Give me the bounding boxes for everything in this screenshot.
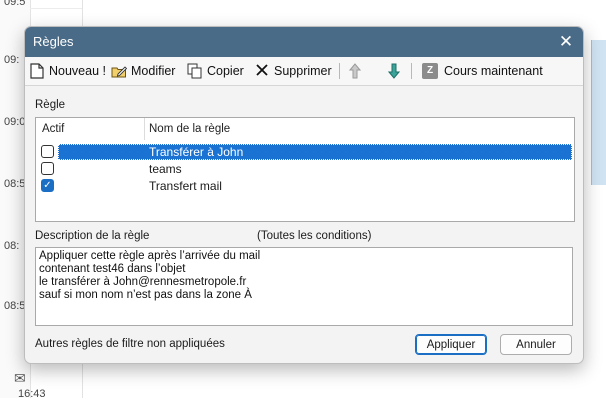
close-button[interactable]: ✕ [555,31,577,53]
description-label: Description de la règle [35,230,150,242]
description-line: sauf si mon nom n’est pas dans la zone À [39,289,252,301]
run-now-label: Cours maintenant [444,64,543,78]
arrow-down-icon [386,63,402,79]
description-line: Appliquer cette règle après l’arrivée du… [39,250,261,262]
dialog-title: Règles [33,34,74,49]
column-separator [144,118,145,140]
delete-rule-label: Supprimer [274,64,332,78]
arrow-up-icon [347,63,363,79]
background-time: 08:5 [4,178,26,190]
modify-rule-button[interactable]: Modifier [111,60,175,82]
background-time: 08:5 [4,300,26,312]
new-rule-button[interactable]: Nouveau ! [29,60,106,82]
description-line: contenant test46 dans l’objet [39,263,186,275]
footer-status-text: Autres règles de filtre non appliquées [35,338,225,350]
new-rule-label: Nouveau ! [49,64,106,78]
rule-active-checkbox[interactable] [41,162,54,175]
description-line: le transférer à John@rennesmetropole.fr [39,276,247,288]
rule-row[interactable]: Transférer à John [36,144,574,160]
background-time: 09:5 [4,0,26,8]
rule-row[interactable]: teams [36,161,574,177]
conditions-mode-label: (Toutes les conditions) [257,230,372,242]
move-up-button[interactable] [347,60,367,82]
rule-name: Transférer à John [149,145,244,159]
run-rules-now-button[interactable]: Z Cours maintenant [422,60,543,82]
background-calendar-panel [591,40,606,185]
rule-name: Transfert mail [149,179,222,193]
move-down-button[interactable] [386,60,406,82]
rules-dialog: Règles ✕ Nouveau ! Modifier Copier Suppr… [24,26,584,364]
dialog-titlebar: Règles ✕ [25,27,583,57]
background-time: 09: [4,54,20,66]
apply-button[interactable]: Appliquer [415,334,487,355]
background-time: 08: [4,240,20,252]
background-time: 09:0 [4,116,26,128]
cancel-button[interactable]: Annuler [500,334,572,355]
copy-rule-label: Copier [207,64,244,78]
rule-active-checkbox[interactable] [41,145,54,158]
background-divider [30,8,82,9]
rule-name-cell[interactable]: teams [58,161,572,177]
envelope-icon: ✉ [14,370,26,386]
background-time: 16:43 [18,388,46,400]
rule-active-checkbox[interactable]: ✓ [41,179,54,192]
rule-name-cell[interactable]: Transfert mail [58,178,572,194]
run-now-icon: Z [422,63,438,79]
folder-edit-icon [111,63,128,79]
copy-rule-button[interactable]: Copier [187,60,244,82]
delete-x-icon [254,63,270,79]
copy-icon [187,63,203,79]
rule-description-box[interactable]: Appliquer cette règle après l’arrivée du… [35,247,573,326]
rules-list: Actif Nom de la règle Transférer à John … [35,117,575,222]
column-header-rule-name[interactable]: Nom de la règle [149,118,230,140]
rules-toolbar: Nouveau ! Modifier Copier Supprimer Z Co… [25,57,583,86]
column-header-active[interactable]: Actif [42,118,64,140]
rule-name: teams [149,162,182,176]
delete-rule-button[interactable]: Supprimer [254,60,332,82]
new-document-icon [29,63,45,79]
toolbar-separator [411,63,412,79]
toolbar-separator [339,63,340,79]
rule-row[interactable]: ✓ Transfert mail [36,178,574,194]
rule-name-cell[interactable]: Transférer à John [58,144,572,160]
rules-section-label: Règle [35,99,66,111]
modify-rule-label: Modifier [131,64,176,78]
